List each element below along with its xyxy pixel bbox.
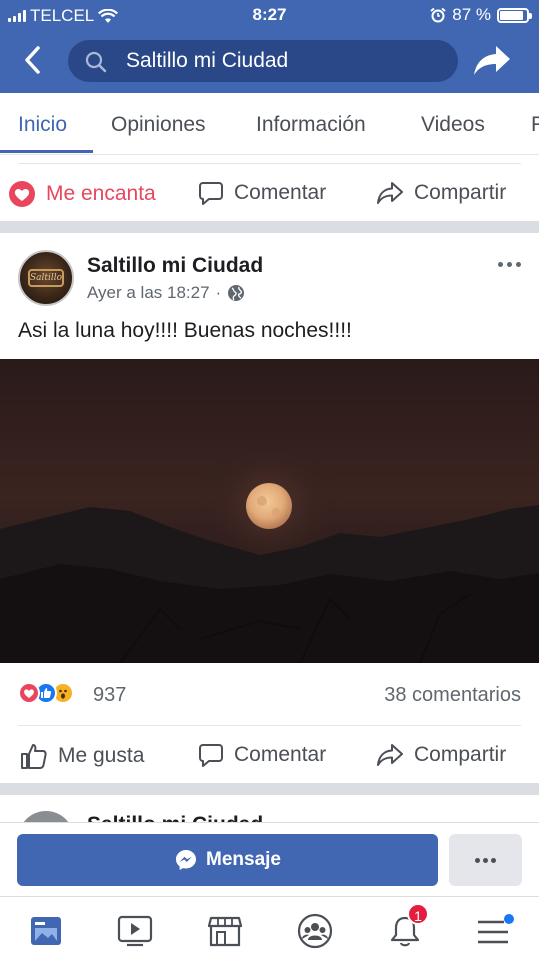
- top-navigation-bar: TELCEL 8:27 87 % Saltillo mi Ciudad: [0, 0, 539, 93]
- post-photo[interactable]: [0, 359, 539, 663]
- comment-button[interactable]: Comentar: [198, 180, 326, 206]
- more-icon: [498, 262, 503, 267]
- comment-button[interactable]: Comentar: [198, 742, 326, 768]
- love-label: Me encanta: [46, 182, 156, 205]
- share-page-button[interactable]: [472, 44, 514, 78]
- tab-menu[interactable]: [474, 911, 514, 951]
- page-action-bar: Mensaje: [0, 822, 539, 896]
- share-icon: [377, 182, 403, 204]
- marketplace-icon: [207, 916, 243, 947]
- more-icon: [475, 857, 480, 863]
- tab-notifications[interactable]: 1: [385, 903, 429, 951]
- post-author[interactable]: Saltillo mi Ciudad: [87, 254, 263, 278]
- notification-badge: 1: [407, 903, 429, 925]
- app-tab-bar: 1: [0, 896, 539, 960]
- love-reaction-icon: [18, 682, 40, 704]
- tab-opiniones[interactable]: Opiniones: [111, 113, 206, 137]
- post-options-button[interactable]: [498, 262, 521, 267]
- share-button[interactable]: Compartir: [376, 180, 506, 206]
- comment-icon: [199, 744, 223, 767]
- comments-count[interactable]: 38 comentarios: [384, 684, 521, 707]
- news-feed-icon: [31, 917, 61, 945]
- next-post-preview: Saltillo mi Ciudad: [0, 795, 539, 825]
- messenger-icon: [176, 850, 196, 870]
- comment-label: Comentar: [234, 743, 327, 766]
- hamburger-menu-icon: [478, 914, 514, 944]
- search-bar[interactable]: Saltillo mi Ciudad: [68, 40, 458, 82]
- message-button[interactable]: Mensaje: [17, 834, 438, 886]
- post-actions: Me gusta Comentar Compartir: [0, 730, 539, 780]
- groups-icon: [297, 913, 333, 949]
- battery-percent: 87 %: [452, 5, 491, 24]
- message-label: Mensaje: [206, 849, 281, 870]
- tab-watch[interactable]: [115, 911, 155, 951]
- globe-icon: [228, 285, 245, 301]
- active-tab-indicator: [0, 150, 93, 153]
- status-bar: TELCEL 8:27 87 %: [0, 0, 539, 32]
- share-label: Compartir: [414, 743, 507, 766]
- post-time[interactable]: Ayer a las 18:27: [87, 283, 210, 303]
- page-tabs: Inicio Opiniones Información Videos F: [0, 93, 539, 155]
- comment-label: Comentar: [234, 181, 327, 204]
- share-button[interactable]: Compartir: [376, 742, 506, 768]
- reaction-summary[interactable]: [18, 682, 74, 704]
- search-icon: [85, 51, 107, 73]
- tab-news-feed[interactable]: [26, 911, 66, 951]
- like-label: Me gusta: [58, 744, 145, 767]
- more-actions-button[interactable]: [449, 834, 522, 886]
- back-button[interactable]: [18, 44, 48, 76]
- divider: [18, 725, 521, 726]
- thumbs-up-icon: [21, 744, 47, 769]
- post-text: Asi la luna hoy!!!! Buenas noches!!!!: [18, 319, 352, 342]
- moon-landscape-image: [0, 436, 539, 663]
- post-separator: [0, 783, 539, 795]
- love-button[interactable]: Me encanta: [8, 180, 156, 208]
- tab-inicio[interactable]: Inicio: [18, 113, 67, 137]
- search-text: Saltillo mi Ciudad: [126, 49, 289, 72]
- battery-icon: [497, 7, 532, 23]
- share-icon: [377, 744, 403, 766]
- heart-reaction-icon: [9, 181, 35, 207]
- post-separator: [0, 221, 539, 233]
- chevron-left-icon: [25, 46, 40, 74]
- page-logo: Saltillo: [28, 269, 64, 287]
- meta-separator: ·: [215, 283, 222, 302]
- tab-more[interactable]: F: [531, 113, 539, 137]
- page-avatar[interactable]: Saltillo: [18, 250, 74, 306]
- tab-videos[interactable]: Videos: [421, 113, 485, 137]
- comment-icon: [199, 182, 223, 205]
- share-label: Compartir: [414, 181, 507, 204]
- tab-groups[interactable]: [295, 911, 335, 951]
- like-button[interactable]: Me gusta: [20, 742, 144, 770]
- reaction-count[interactable]: 937: [93, 684, 126, 707]
- status-right: 87 %: [430, 5, 532, 25]
- previous-post-actions: Me encanta Comentar Compartir: [0, 168, 539, 218]
- alarm-icon: [430, 7, 446, 23]
- tab-informacion[interactable]: Información: [256, 113, 366, 137]
- share-arrow-icon: [474, 46, 510, 75]
- video-play-icon: [117, 915, 153, 947]
- battery-level: [500, 10, 523, 20]
- divider: [18, 163, 521, 164]
- tab-marketplace[interactable]: [205, 911, 245, 951]
- post-meta: Ayer a las 18:27 ·: [87, 283, 245, 303]
